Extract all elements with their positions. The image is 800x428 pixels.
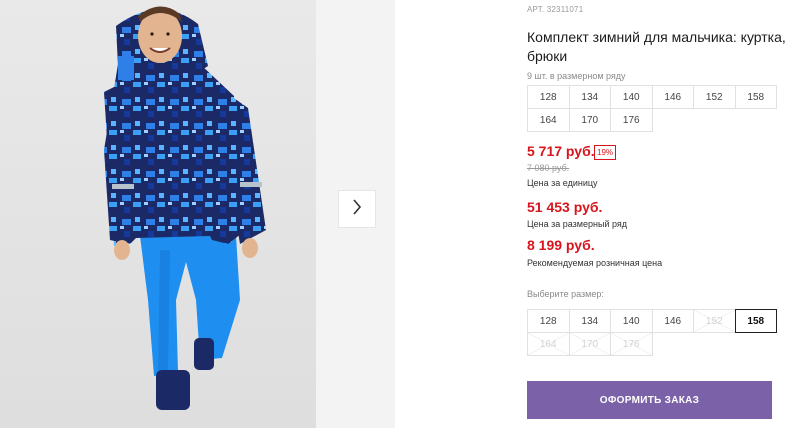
size-option-unavailable: 170 <box>568 332 611 356</box>
old-price: 7 080 руб. <box>527 163 570 173</box>
product-gallery <box>0 0 395 428</box>
size-select-grid: 128 134 140 146 152 158 164 170 176 <box>527 309 777 356</box>
unit-price: 5 717 руб. <box>527 143 595 159</box>
size-row-cell: 164 <box>527 108 570 132</box>
size-option[interactable]: 128 <box>527 309 570 333</box>
size-row-price-label: Цена за размерный ряд <box>527 219 628 229</box>
choose-size-label: Выберите размер: <box>527 289 604 299</box>
order-button[interactable]: ОФОРМИТЬ ЗАКАЗ <box>527 381 772 419</box>
size-option[interactable]: 146 <box>651 309 694 333</box>
size-row-cell: 134 <box>568 85 611 109</box>
size-row-grid: 128 134 140 146 152 158 164 170 176 <box>527 85 777 132</box>
retail-price-label: Рекомендуемая розничная цена <box>527 258 663 268</box>
size-row-cell: 170 <box>568 108 611 132</box>
product-article: АРТ. 32311071 <box>527 5 584 14</box>
product-title: Комплект зимний для мальчика: куртка, бр… <box>527 29 786 64</box>
size-row-cell: 176 <box>610 108 653 132</box>
size-option-unavailable: 152 <box>693 309 736 333</box>
size-row-cell: 158 <box>734 85 777 109</box>
size-row-cell: 140 <box>610 85 653 109</box>
size-row-price: 51 453 руб. <box>527 199 603 215</box>
size-option-unavailable: 164 <box>527 332 570 356</box>
size-option-unavailable: 176 <box>610 332 653 356</box>
size-row-cell: 128 <box>527 85 570 109</box>
size-row-cell: 152 <box>693 85 736 109</box>
size-row-cell: 146 <box>651 85 694 109</box>
size-option-selected[interactable]: 158 <box>734 309 777 333</box>
pack-info: 9 шт. в размерном ряду <box>527 71 626 81</box>
retail-price: 8 199 руб. <box>527 237 595 253</box>
gallery-next-button[interactable] <box>338 190 376 228</box>
product-photo-illustration <box>104 6 266 410</box>
unit-price-label: Цена за единицу <box>527 178 598 188</box>
product-photo[interactable] <box>0 0 316 428</box>
size-option[interactable]: 134 <box>568 309 611 333</box>
size-option[interactable]: 140 <box>610 309 653 333</box>
chevron-right-icon <box>352 198 362 220</box>
discount-badge: 19% <box>594 145 617 160</box>
